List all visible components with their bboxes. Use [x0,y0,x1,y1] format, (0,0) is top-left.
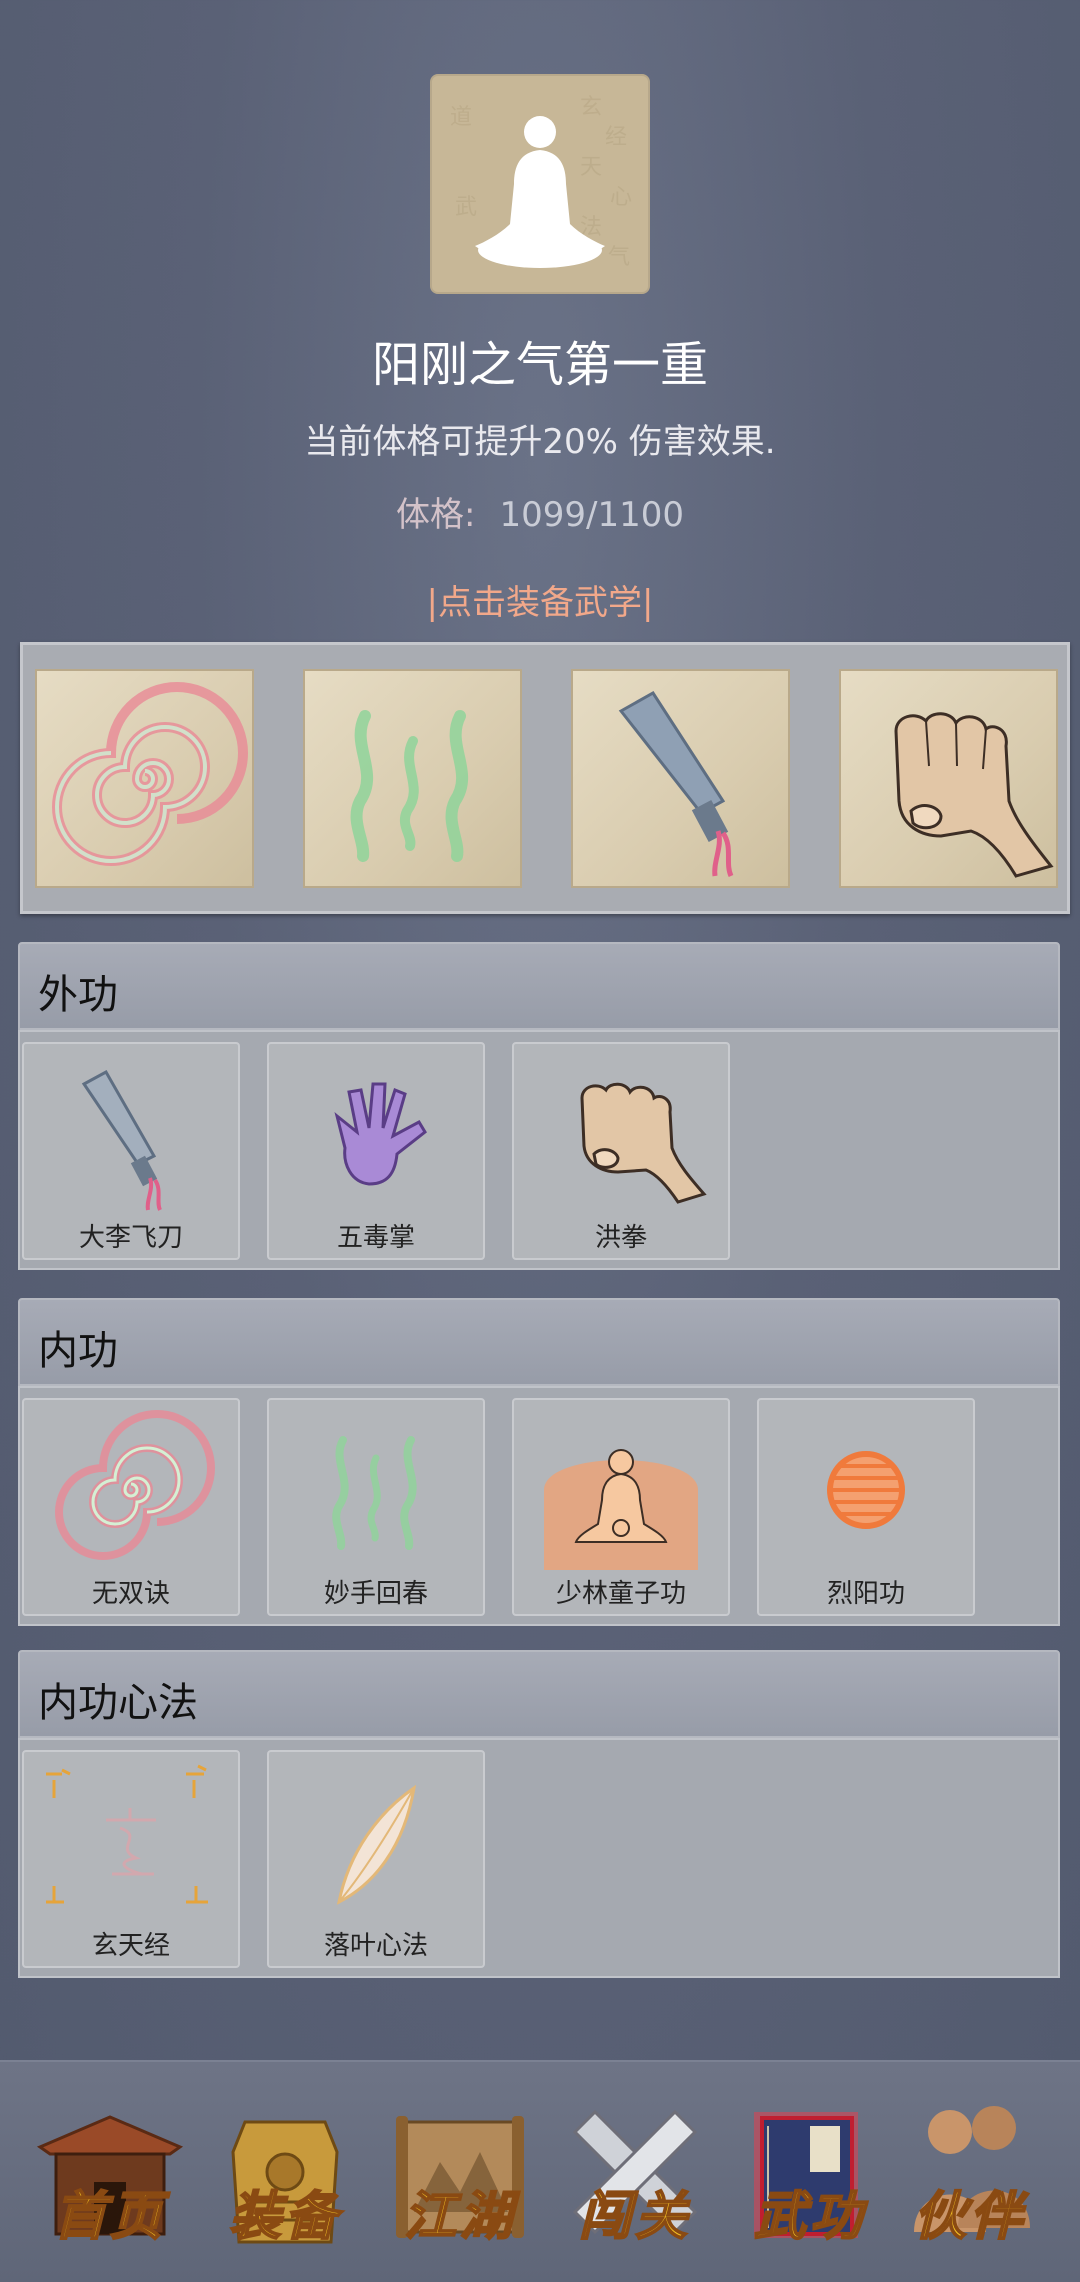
svg-text:武: 武 [455,195,477,220]
flying-blade-icon [81,1069,162,1211]
skill-card[interactable]: 落叶心法 [267,1750,485,1968]
nav-home[interactable]: 首页 [30,2092,190,2272]
skill-grid: 玄天经 落叶心法 [18,1738,1060,1978]
nav-equipment[interactable]: 装备 [205,2092,365,2272]
stat-label: 体格: [396,495,476,535]
svg-text:玄: 玄 [580,95,602,120]
green-waves-icon [332,1436,417,1550]
skill-card[interactable]: 少林童子功 [512,1398,730,1616]
skill-card[interactable]: 妙手回春 [267,1398,485,1616]
meditating-monk-icon [544,1449,698,1570]
skill-name: 烈阳功 [826,1579,905,1609]
section-title: 内功 [38,1328,118,1374]
skill-name: 妙手回春 [323,1579,428,1609]
constitution-stat: 体格: 1099/1100 [0,487,1080,536]
bottom-nav: 首页 装备 江湖 闯关 武功 伙伴 [0,2060,1080,2282]
external-skills-section: 外功 大李飞刀 五毒掌 洪拳 [18,942,1060,1270]
nav-label: 伙伴 [913,2185,1026,2248]
meditating-figure-icon: 玄经天 心法气 道武 [450,95,632,270]
svg-text:道: 道 [450,105,472,130]
effect-description: 当前体格可提升20% 伤害效果. [304,422,776,462]
equip-slot-2[interactable] [303,669,522,888]
skill-card[interactable]: 洪拳 [512,1042,730,1260]
green-waves-icon [350,710,469,862]
skill-name: 大李飞刀 [78,1223,183,1253]
fist-icon [580,1082,707,1204]
nav-label: 闯关 [578,2185,691,2248]
nav-label: 装备 [228,2185,341,2248]
equip-slot-4[interactable] [839,669,1058,888]
section-title: 外功 [38,972,118,1018]
section-header: 内功 [18,1298,1060,1386]
skill-grid: 无双诀 妙手回春 少林童子功 烈阳功 [18,1386,1060,1626]
xuan-glyph-icon [46,1764,208,1904]
page-title: 阳刚之气第一重 [371,337,708,393]
equip-slot-1[interactable] [35,669,254,888]
skill-card[interactable]: 无双诀 [22,1398,240,1616]
nav-label: 武功 [753,2185,866,2248]
svg-text:经: 经 [605,125,627,150]
skill-card[interactable]: 五毒掌 [267,1042,485,1260]
nav-label: 首页 [53,2185,166,2248]
internal-skills-section: 内功 无双诀 妙手回春 少林童子功 烈阳功 [18,1298,1060,1626]
fist-icon [894,712,1054,878]
skill-name: 少林童子功 [555,1579,686,1609]
skill-card[interactable]: 大李飞刀 [22,1042,240,1260]
leaf-icon [336,1784,417,1905]
svg-text:气: 气 [608,245,630,270]
stat-value: 1099/1100 [499,495,684,535]
skill-grid: 大李飞刀 五毒掌 洪拳 [18,1030,1060,1270]
meditation-avatar: 玄经天 心法气 道武 [430,74,650,294]
purple-palm-icon [334,1082,427,1186]
skill-name: 无双诀 [91,1579,170,1609]
nav-jianghu[interactable]: 江湖 [380,2092,540,2272]
skill-name: 洪拳 [594,1223,647,1253]
skill-name: 玄天经 [91,1931,170,1961]
svg-text:心: 心 [610,185,632,210]
flying-blade-icon [618,691,734,878]
swirl-icon [52,682,248,866]
hero-panel: 玄经天 心法气 道武 阳刚之气第一重 当前体格可提升20% 伤害效果. 体格: 1… [0,0,1080,623]
nav-companions[interactable]: 伙伴 [890,2092,1050,2272]
section-header: 内功心法 [18,1650,1060,1738]
skill-name: 五毒掌 [336,1223,415,1253]
swirl-icon [55,1410,215,1560]
equipped-skills-bar [20,642,1070,914]
mind-method-section: 内功心法 玄天经 落叶心法 [18,1650,1060,1978]
nav-martial-arts[interactable]: 武功 [730,2092,890,2272]
svg-text:天: 天 [580,155,602,180]
orange-sphere-icon [827,1451,905,1529]
nav-label: 江湖 [403,2185,516,2248]
nav-challenge[interactable]: 闯关 [555,2092,715,2272]
section-title: 内功心法 [38,1680,198,1726]
skill-card[interactable]: 烈阳功 [757,1398,975,1616]
equip-martial-arts-link[interactable]: |点击装备武学| [0,575,1080,624]
skill-card[interactable]: 玄天经 [22,1750,240,1968]
section-header: 外功 [18,942,1060,1030]
equip-slot-3[interactable] [571,669,790,888]
skill-name: 落叶心法 [323,1931,428,1961]
